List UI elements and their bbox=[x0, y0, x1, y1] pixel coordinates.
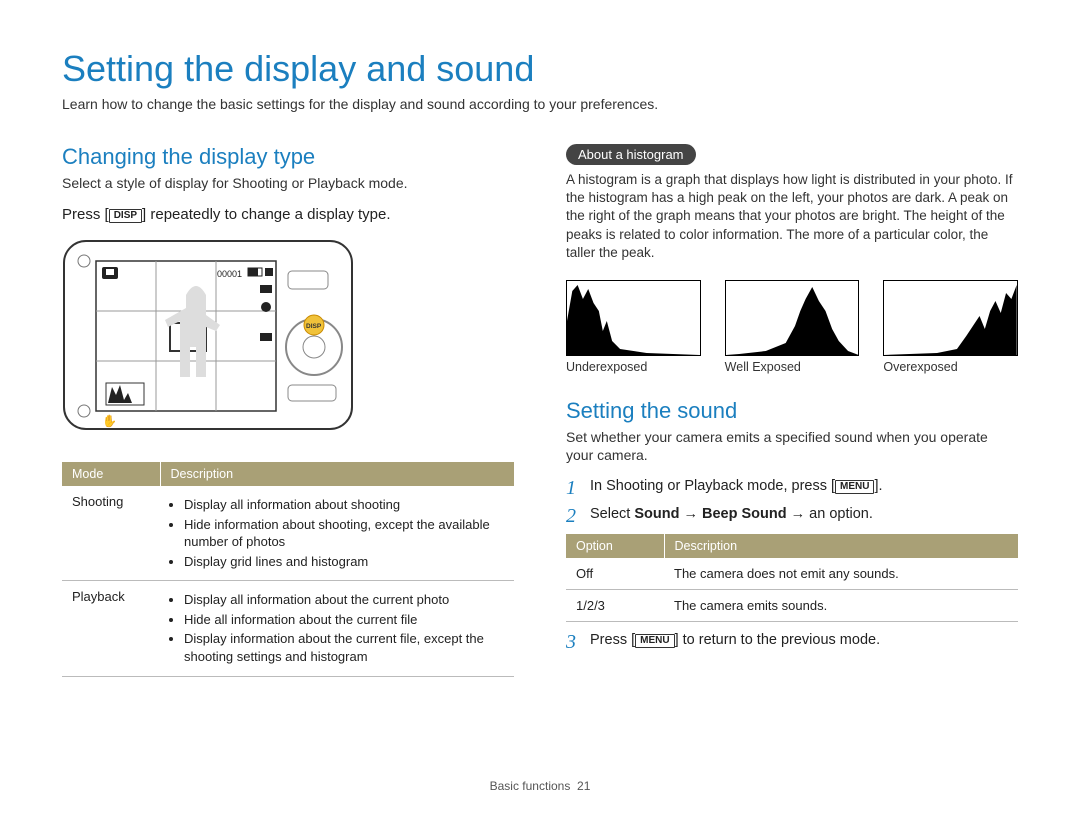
page-intro: Learn how to change the basic settings f… bbox=[62, 96, 1018, 112]
manual-page: Setting the display and sound Learn how … bbox=[0, 0, 1080, 815]
th-desc: Description bbox=[160, 462, 514, 486]
display-mode-table: Mode Description Shooting Display all in… bbox=[62, 462, 514, 676]
histogram-icon bbox=[567, 281, 700, 355]
footer-section: Basic functions bbox=[490, 779, 571, 793]
histogram-body: A histogram is a graph that displays how… bbox=[566, 171, 1018, 262]
svg-text:DISP: DISP bbox=[306, 323, 322, 330]
instr-text: ] repeatedly to change a display type. bbox=[142, 206, 391, 223]
step-text: → an option. bbox=[787, 506, 873, 522]
histogram-label: About a histogram bbox=[566, 144, 696, 165]
svg-text:00001: 00001 bbox=[217, 269, 242, 279]
sound-steps: 1 In Shooting or Playback mode, press [M… bbox=[566, 478, 1018, 526]
footer-page-number: 21 bbox=[577, 779, 590, 793]
list-item: Hide information about shooting, except … bbox=[184, 516, 504, 551]
step-text: In Shooting or Playback mode, press [ bbox=[590, 478, 835, 494]
disp-instruction: Press [DISP] repeatedly to change a disp… bbox=[62, 206, 514, 223]
th-desc: Description bbox=[664, 534, 1018, 558]
histogram-row: Underexposed Well Exposed Overexposed bbox=[566, 280, 1018, 374]
camera-svg: 00001 ✋ bbox=[62, 235, 362, 435]
th-mode: Mode bbox=[62, 462, 160, 486]
opt-cell: Off bbox=[566, 558, 664, 590]
page-title: Setting the display and sound bbox=[62, 48, 1018, 90]
menu-keycap: MENU bbox=[835, 480, 874, 494]
sound-option-table: Option Description Off The camera does n… bbox=[566, 534, 1018, 622]
mode-cell: Playback bbox=[62, 581, 160, 676]
hist-underexposed: Underexposed bbox=[566, 280, 701, 374]
th-option: Option bbox=[566, 534, 664, 558]
list-item: Display grid lines and histogram bbox=[184, 553, 504, 571]
page-footer: Basic functions 21 bbox=[0, 779, 1080, 793]
step-number: 1 bbox=[566, 478, 580, 498]
hist-caption: Overexposed bbox=[883, 360, 1018, 374]
right-column: About a histogram A histogram is a graph… bbox=[566, 144, 1018, 687]
two-column-layout: Changing the display type Select a style… bbox=[62, 144, 1018, 687]
table-row: Off The camera does not emit any sounds. bbox=[566, 558, 1018, 590]
step-text: Select bbox=[590, 506, 634, 522]
camera-illustration: 00001 ✋ bbox=[62, 235, 514, 440]
svg-text:✋: ✋ bbox=[102, 414, 117, 428]
desc-cell: The camera does not emit any sounds. bbox=[664, 558, 1018, 590]
step-text: ] to return to the previous mode. bbox=[675, 632, 881, 648]
instr-text: Press [ bbox=[62, 206, 109, 223]
desc-cell: Display all information about the curren… bbox=[160, 581, 514, 676]
step-text: Press [ bbox=[590, 632, 635, 648]
step-number: 3 bbox=[566, 632, 580, 652]
sound-steps-after: 3 Press [MENU] to return to the previous… bbox=[566, 632, 1018, 652]
sound-heading: Setting the sound bbox=[566, 398, 1018, 424]
hist-caption: Well Exposed bbox=[725, 360, 860, 374]
hist-well-exposed: Well Exposed bbox=[725, 280, 860, 374]
list-item: Display all information about shooting bbox=[184, 496, 504, 514]
opt-cell: 1/2/3 bbox=[566, 590, 664, 622]
desc-cell: The camera emits sounds. bbox=[664, 590, 1018, 622]
display-type-heading: Changing the display type bbox=[62, 144, 514, 170]
hist-overexposed: Overexposed bbox=[883, 280, 1018, 374]
step-bold: Beep Sound bbox=[702, 506, 787, 522]
mode-cell: Shooting bbox=[62, 486, 160, 581]
hist-caption: Underexposed bbox=[566, 360, 701, 374]
step-1: 1 In Shooting or Playback mode, press [M… bbox=[566, 478, 1018, 498]
left-column: Changing the display type Select a style… bbox=[62, 144, 514, 687]
step-number: 2 bbox=[566, 506, 580, 526]
step-3: 3 Press [MENU] to return to the previous… bbox=[566, 632, 1018, 652]
histogram-icon bbox=[726, 281, 859, 355]
step-text: → bbox=[679, 506, 702, 522]
step-text: ]. bbox=[874, 478, 882, 494]
histogram-icon bbox=[884, 281, 1017, 355]
table-row: Shooting Display all information about s… bbox=[62, 486, 514, 581]
table-row: 1/2/3 The camera emits sounds. bbox=[566, 590, 1018, 622]
display-type-sub: Select a style of display for Shooting o… bbox=[62, 174, 514, 192]
menu-keycap: MENU bbox=[635, 634, 674, 648]
table-row: Playback Display all information about t… bbox=[62, 581, 514, 676]
list-item: Hide all information about the current f… bbox=[184, 611, 504, 629]
step-bold: Sound bbox=[634, 506, 679, 522]
list-item: Display all information about the curren… bbox=[184, 591, 504, 609]
disp-keycap: DISP bbox=[109, 209, 142, 223]
desc-cell: Display all information about shooting H… bbox=[160, 486, 514, 581]
list-item: Display information about the current fi… bbox=[184, 630, 504, 665]
sound-sub: Set whether your camera emits a specifie… bbox=[566, 428, 1018, 464]
step-2: 2 Select Sound → Beep Sound → an option. bbox=[566, 506, 1018, 526]
